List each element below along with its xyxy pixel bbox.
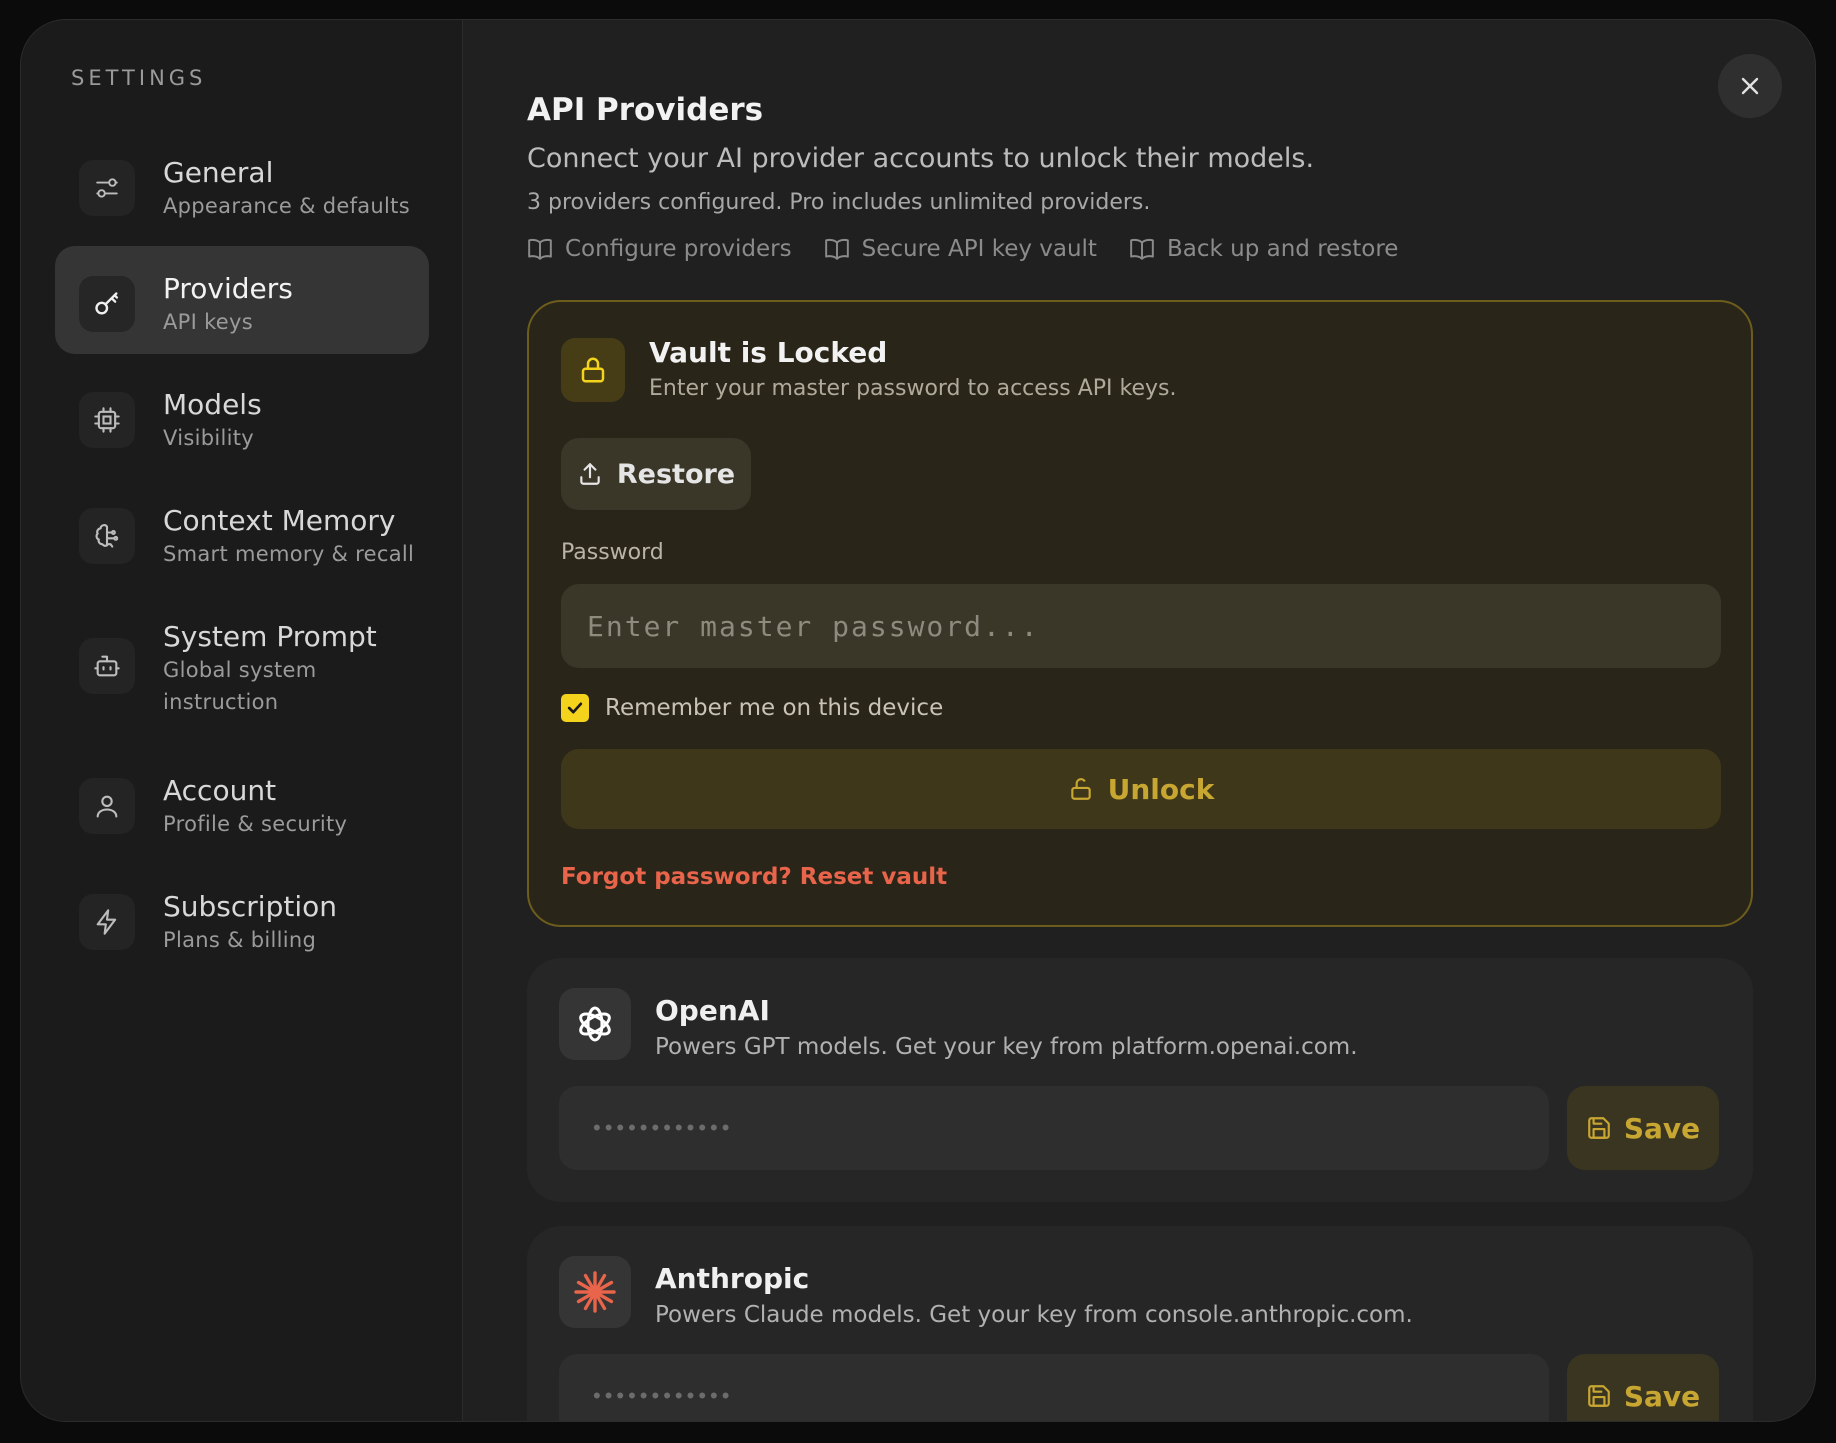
- restore-label: Restore: [616, 458, 736, 490]
- unlock-label: Unlock: [1107, 772, 1215, 806]
- sidebar-nav: General Appearance & defaults Providers …: [55, 130, 429, 980]
- sidebar-item-label: General: [163, 156, 274, 189]
- openai-logo-icon: [559, 988, 631, 1060]
- provider-description: Powers GPT models. Get your key from pla…: [655, 1034, 1358, 1060]
- master-password-input[interactable]: [561, 584, 1721, 668]
- sidebar-item-label: Context Memory: [163, 504, 396, 537]
- vault-subtitle: Enter your master password to access API…: [649, 376, 1177, 401]
- book-icon: [1130, 238, 1154, 260]
- doc-link-configure-providers[interactable]: Configure providers: [527, 236, 792, 262]
- check-icon: [567, 702, 583, 714]
- restore-button[interactable]: Restore: [561, 438, 751, 510]
- close-icon: [1741, 77, 1759, 95]
- sidebar-item-subscription[interactable]: Subscription Plans & billing: [55, 864, 429, 972]
- settings-dialog: SETTINGS General Appearance & defaults P…: [20, 19, 1816, 1422]
- sidebar-item-label: Providers: [163, 272, 293, 305]
- save-icon: [1588, 1385, 1610, 1407]
- remember-me-row[interactable]: Remember me on this device: [561, 694, 943, 722]
- provider-name: Anthropic: [655, 1262, 810, 1295]
- vault-locked-card: Vault is Locked Enter your master passwo…: [527, 300, 1753, 927]
- book-icon: [824, 238, 849, 260]
- save-openai-key-button[interactable]: Save: [1567, 1086, 1719, 1170]
- save-icon: [1588, 1117, 1610, 1139]
- sidebar-item-sub: Smart memory & recall: [163, 542, 415, 566]
- sidebar-item-label: System Prompt: [163, 620, 377, 653]
- page-description: Connect your AI provider accounts to unl…: [527, 143, 1315, 174]
- upload-icon: [580, 463, 600, 485]
- remember-me-label: Remember me on this device: [605, 695, 944, 721]
- sidebar-item-sub: API keys: [163, 310, 253, 334]
- sidebar-item-models[interactable]: Models Visibility: [55, 362, 429, 470]
- bot-icon: [79, 638, 135, 694]
- unlock-icon: [1070, 778, 1091, 800]
- close-button[interactable]: [1718, 54, 1782, 118]
- forgot-password-link[interactable]: Forgot password? Reset vault: [561, 864, 947, 890]
- password-label: Password: [561, 540, 664, 565]
- doc-link-backup-restore[interactable]: Back up and restore: [1129, 236, 1399, 262]
- sidebar-item-account[interactable]: Account Profile & security: [55, 748, 429, 856]
- sidebar-item-sub: Profile & security: [163, 812, 348, 836]
- cpu-icon: [79, 392, 135, 448]
- provider-card-anthropic: Anthropic Powers Claude models. Get your…: [527, 1226, 1753, 1421]
- sidebar-title: SETTINGS: [71, 66, 207, 90]
- sidebar-item-sub: Visibility: [163, 426, 255, 450]
- doc-link-label: Back up and restore: [1166, 236, 1399, 262]
- openai-api-key-input[interactable]: [559, 1086, 1549, 1170]
- doc-links: Configure providers Secure API key vault…: [527, 236, 1398, 262]
- sidebar-item-context-memory[interactable]: Context Memory Smart memory & recall: [55, 478, 429, 586]
- save-anthropic-key-button[interactable]: Save: [1567, 1354, 1719, 1421]
- sidebar-item-sub: Global system instruction: [163, 658, 317, 714]
- user-icon: [79, 778, 135, 834]
- key-icon: [79, 276, 135, 332]
- save-label: Save: [1623, 1379, 1701, 1413]
- lightning-icon: [79, 894, 135, 950]
- sidebar-item-label: Subscription: [163, 890, 337, 923]
- doc-link-label: Configure providers: [565, 236, 792, 262]
- provider-description: Powers Claude models. Get your key from …: [655, 1302, 1413, 1328]
- vault-title: Vault is Locked: [649, 336, 888, 369]
- sidebar-item-sub: Plans & billing: [163, 928, 317, 952]
- brain-icon: [79, 508, 135, 564]
- sidebar-item-label: Account: [163, 774, 277, 807]
- anthropic-logo-icon: [559, 1256, 631, 1328]
- save-label: Save: [1623, 1111, 1701, 1145]
- providers-count-note: 3 providers configured. Pro includes unl…: [527, 190, 1151, 215]
- sidebar-item-sub: Appearance & defaults: [163, 194, 410, 218]
- sidebar-item-general[interactable]: General Appearance & defaults: [55, 130, 429, 238]
- anthropic-api-key-input[interactable]: [559, 1354, 1549, 1421]
- doc-link-secure-vault[interactable]: Secure API key vault: [824, 236, 1097, 262]
- page-title: API Providers: [527, 92, 764, 128]
- sidebar-item-providers[interactable]: Providers API keys: [55, 246, 429, 354]
- remember-me-checkbox[interactable]: [561, 694, 589, 722]
- book-icon: [528, 238, 552, 260]
- sidebar-item-label: Models: [163, 388, 262, 421]
- provider-card-openai: OpenAI Powers GPT models. Get your key f…: [527, 958, 1753, 1202]
- sliders-icon: [79, 160, 135, 216]
- provider-name: OpenAI: [655, 994, 770, 1027]
- unlock-button[interactable]: Unlock: [561, 749, 1721, 829]
- lock-icon: [561, 338, 625, 402]
- doc-link-label: Secure API key vault: [861, 236, 1097, 262]
- settings-sidebar: SETTINGS General Appearance & defaults P…: [21, 20, 463, 1421]
- sidebar-item-system-prompt[interactable]: System Prompt Global system instruction: [55, 594, 429, 740]
